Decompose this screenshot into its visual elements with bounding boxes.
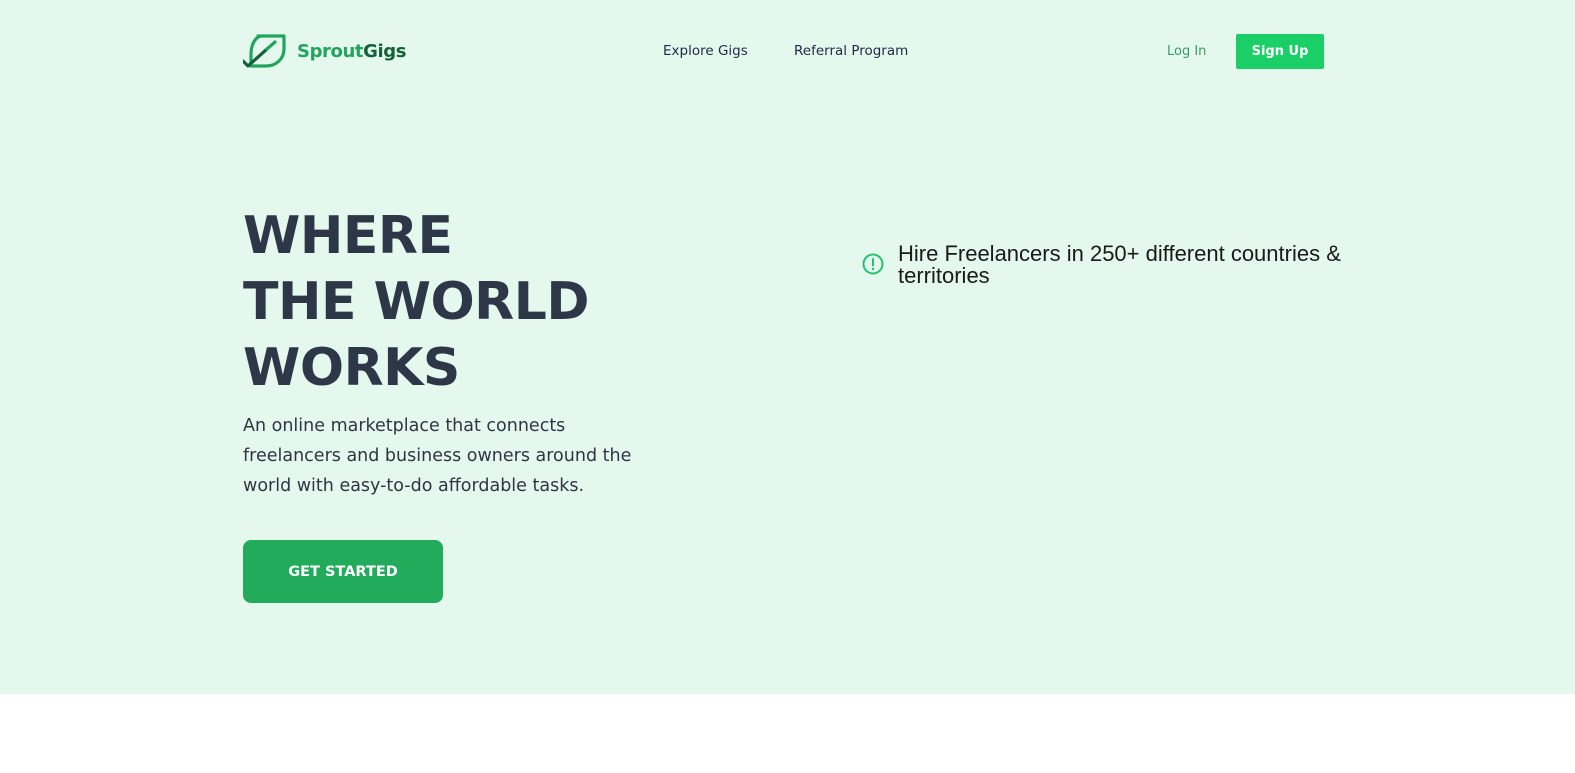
headline-line: THE WORLD bbox=[243, 272, 590, 332]
leaf-icon bbox=[243, 34, 286, 68]
next-section bbox=[0, 694, 1575, 773]
hero-section: SproutGigs Explore Gigs Referral Program… bbox=[0, 0, 1575, 694]
nav-referral-program[interactable]: Referral Program bbox=[794, 43, 908, 59]
feature-text: Hire Freelancers in 250+ different count… bbox=[898, 241, 1341, 288]
hero-headline: WHERE THE WORLD WORKS bbox=[243, 203, 590, 401]
feature-highlight: Hire Freelancers in 250+ different count… bbox=[862, 243, 1398, 287]
logo-text-gigs: Gigs bbox=[363, 40, 407, 62]
headline-line: WHERE bbox=[243, 206, 453, 266]
nav-explore-gigs[interactable]: Explore Gigs bbox=[663, 43, 748, 59]
logo-text-sprout: Sprout bbox=[297, 40, 364, 62]
logo-text: SproutGigs bbox=[297, 41, 406, 62]
headline-line: WORKS bbox=[243, 338, 460, 398]
login-link[interactable]: Log In bbox=[1167, 44, 1206, 59]
hero-subtext: An online marketplace that connects free… bbox=[243, 416, 632, 496]
signup-button[interactable]: Sign Up bbox=[1236, 34, 1324, 69]
alert-circle-icon bbox=[862, 253, 884, 275]
logo[interactable]: SproutGigs bbox=[243, 32, 406, 70]
get-started-button[interactable]: GET STARTED bbox=[243, 540, 443, 603]
